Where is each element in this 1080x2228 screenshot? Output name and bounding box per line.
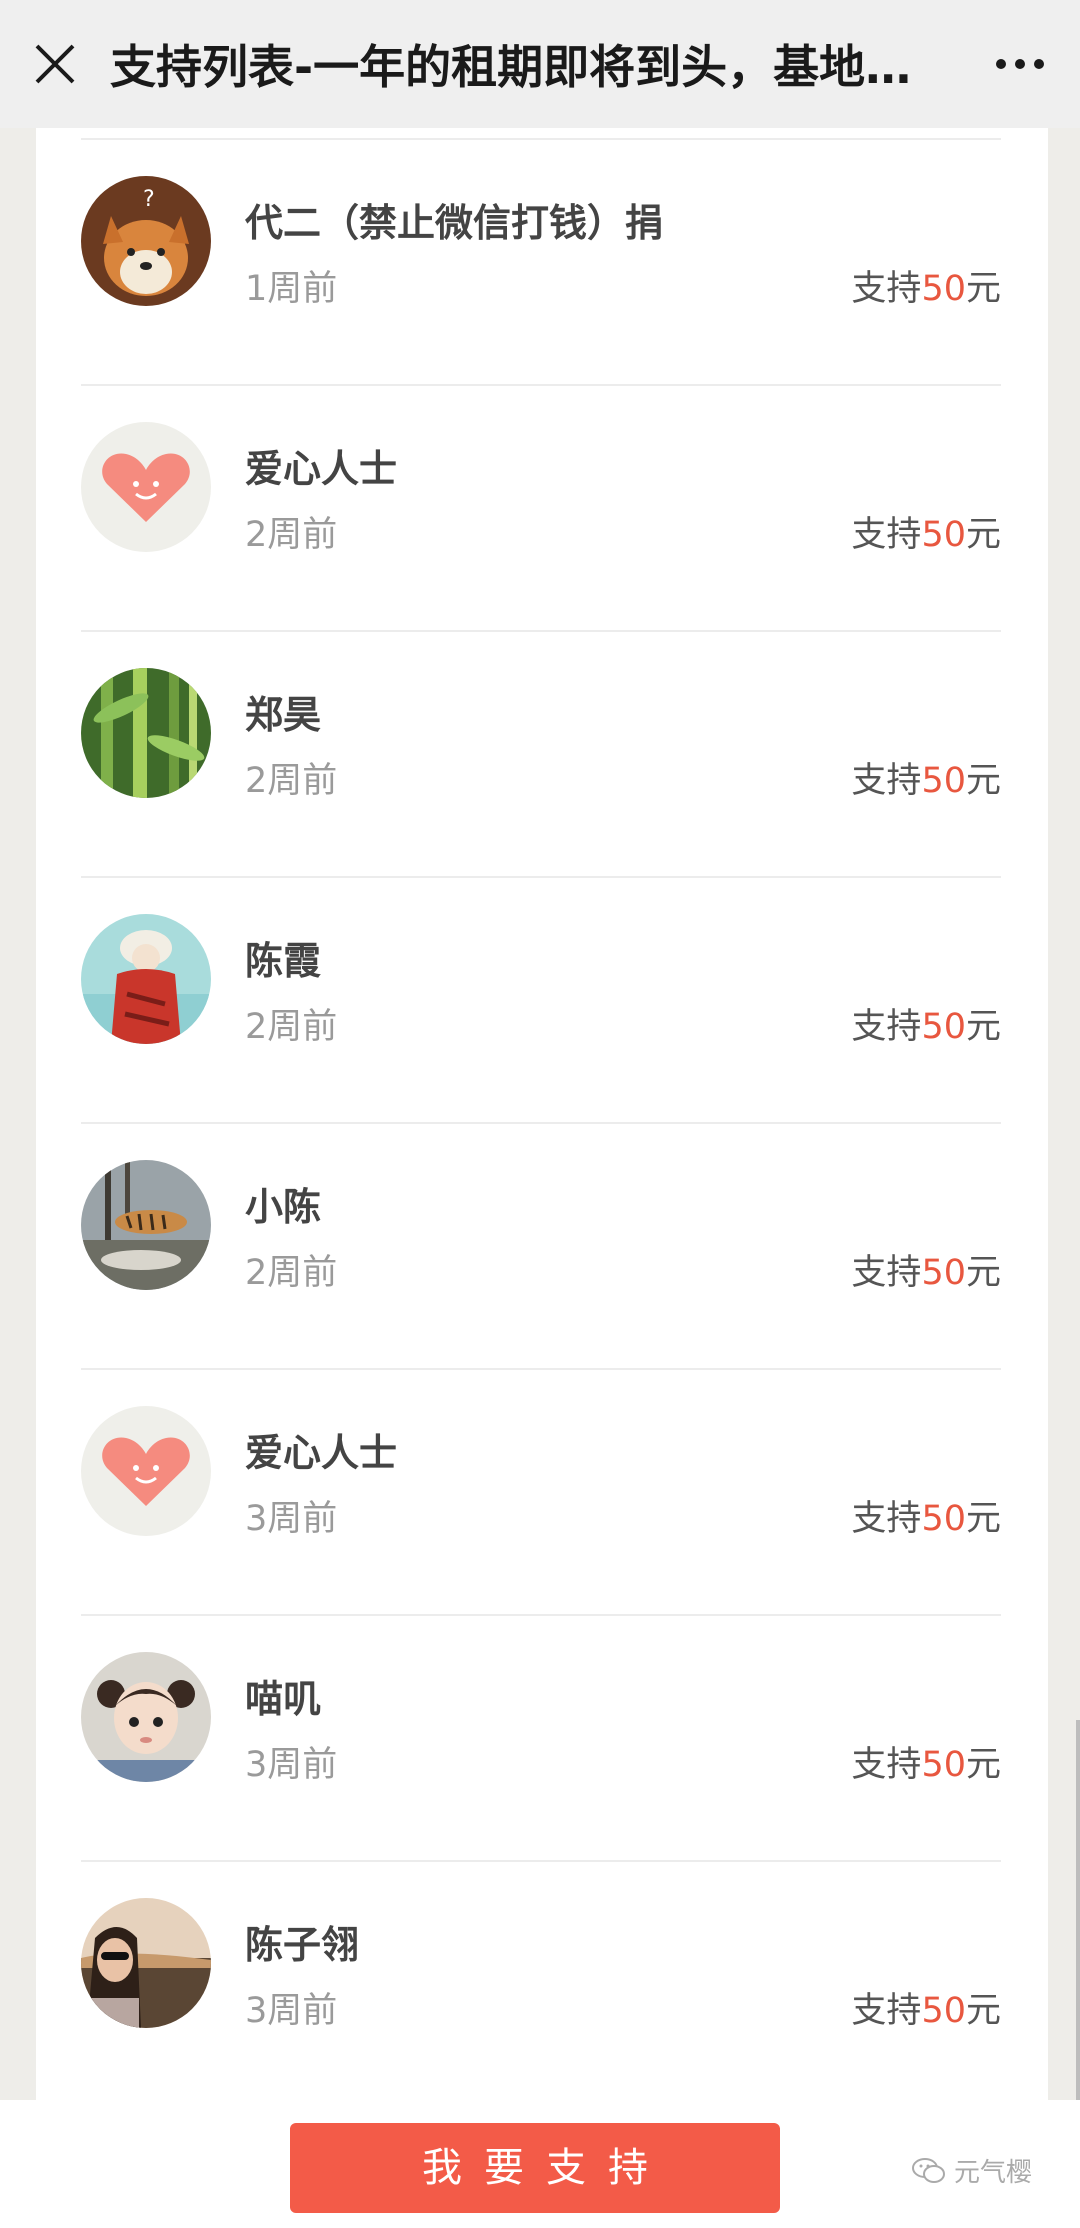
amount-prefix: 支持 xyxy=(851,1007,922,1047)
support-amount: 支持50元 xyxy=(851,1490,1001,1541)
amount-value: 50 xyxy=(921,1253,966,1293)
support-amount: 支持50元 xyxy=(851,506,1001,557)
amount-unit: 元 xyxy=(965,1991,1001,2031)
amount-unit: 元 xyxy=(965,1745,1001,1785)
support-amount: 支持50元 xyxy=(851,1244,1001,1295)
amount-unit: 元 xyxy=(965,1499,1001,1539)
supporter-name: 郑昊 xyxy=(245,693,322,737)
amount-prefix: 支持 xyxy=(851,1253,922,1293)
support-amount: 支持50元 xyxy=(851,998,1001,1049)
heart-avatar xyxy=(81,422,211,552)
supporter-name: 喵叽 xyxy=(245,1677,322,1721)
supporter-row[interactable]: 陈子翎 3周前 支持50元 xyxy=(36,1862,1048,2100)
watermark: 元气樱 xyxy=(912,2152,1032,2189)
supporter-list: ? 代二（禁止微信打钱）捐 1周前 支持50元 爱心人士 2周前 支持50元 郑… xyxy=(36,140,1048,2100)
support-amount: 支持50元 xyxy=(851,1982,1001,2033)
amount-value: 50 xyxy=(921,1007,966,1047)
supporter-row[interactable]: 爱心人士 3周前 支持50元 xyxy=(36,1370,1048,1616)
supporter-row[interactable]: 喵叽 3周前 支持50元 xyxy=(36,1616,1048,1862)
support-time: 3周前 xyxy=(245,1499,338,1539)
supporter-list-panel: ? 代二（禁止微信打钱）捐 1周前 支持50元 爱心人士 2周前 支持50元 郑… xyxy=(36,128,1048,2100)
amount-unit: 元 xyxy=(965,1253,1001,1293)
amount-value: 50 xyxy=(921,1745,966,1785)
support-amount: 支持50元 xyxy=(851,1736,1001,1787)
amount-prefix: 支持 xyxy=(851,269,922,309)
shiba-dog-avatar: ? xyxy=(81,176,211,306)
amount-unit: 元 xyxy=(965,515,1001,555)
supporter-row[interactable]: 郑昊 2周前 支持50元 xyxy=(36,632,1048,878)
supporter-name: 爱心人士 xyxy=(245,447,398,491)
page-title: 支持列表-一年的租期即将到头，基地四... xyxy=(110,40,960,94)
supporter-row[interactable]: 陈霞 2周前 支持50元 xyxy=(36,878,1048,1124)
amount-unit: 元 xyxy=(965,269,1001,309)
support-time: 2周前 xyxy=(245,1253,338,1293)
scarf-woman-avatar xyxy=(81,914,211,1044)
support-amount: 支持50元 xyxy=(851,260,1001,311)
more-icon xyxy=(996,59,1044,69)
navigation-bar: 支持列表-一年的租期即将到头，基地四... xyxy=(0,0,1080,128)
supporter-name: 爱心人士 xyxy=(245,1431,398,1475)
support-time: 2周前 xyxy=(245,761,338,801)
watermark-text: 元气樱 xyxy=(954,2158,1033,2188)
amount-value: 50 xyxy=(921,1991,966,2031)
amount-value: 50 xyxy=(921,761,966,801)
amount-prefix: 支持 xyxy=(851,761,922,801)
tiger-avatar xyxy=(81,1160,211,1290)
supporter-name: 小陈 xyxy=(245,1185,322,1229)
support-time: 2周前 xyxy=(245,1007,338,1047)
amount-prefix: 支持 xyxy=(851,1745,922,1785)
support-time: 3周前 xyxy=(245,1991,338,2031)
supporter-row[interactable]: ? 代二（禁止微信打钱）捐 1周前 支持50元 xyxy=(36,140,1048,386)
footer-bar: 我要支持 元气樱 xyxy=(0,2100,1080,2228)
supporter-row[interactable]: 小陈 2周前 支持50元 xyxy=(36,1124,1048,1370)
support-time: 3周前 xyxy=(245,1745,338,1785)
supporter-name: 代二（禁止微信打钱）捐 xyxy=(245,201,664,245)
amount-value: 50 xyxy=(921,1499,966,1539)
support-amount: 支持50元 xyxy=(851,752,1001,803)
svg-text:?: ? xyxy=(143,187,155,212)
support-time: 2周前 xyxy=(245,515,338,555)
child-avatar xyxy=(81,1652,211,1782)
amount-prefix: 支持 xyxy=(851,1991,922,2031)
more-button[interactable] xyxy=(960,0,1080,128)
amount-value: 50 xyxy=(921,515,966,555)
scrollbar[interactable] xyxy=(1076,1720,1080,2100)
amount-prefix: 支持 xyxy=(851,515,922,555)
close-button[interactable] xyxy=(0,0,110,128)
close-icon xyxy=(35,44,75,84)
heart-avatar xyxy=(81,1406,211,1536)
wechat-icon xyxy=(912,2157,945,2183)
bamboo-avatar xyxy=(81,668,211,798)
amount-value: 50 xyxy=(921,269,966,309)
sunglasses-woman-avatar xyxy=(81,1898,211,2028)
support-time: 1周前 xyxy=(245,269,338,309)
supporter-name: 陈霞 xyxy=(245,939,322,983)
amount-prefix: 支持 xyxy=(851,1499,922,1539)
amount-unit: 元 xyxy=(965,761,1001,801)
supporter-name: 陈子翎 xyxy=(245,1923,360,1967)
support-button[interactable]: 我要支持 xyxy=(290,2123,780,2213)
supporter-row[interactable]: 爱心人士 2周前 支持50元 xyxy=(36,386,1048,632)
amount-unit: 元 xyxy=(965,1007,1001,1047)
